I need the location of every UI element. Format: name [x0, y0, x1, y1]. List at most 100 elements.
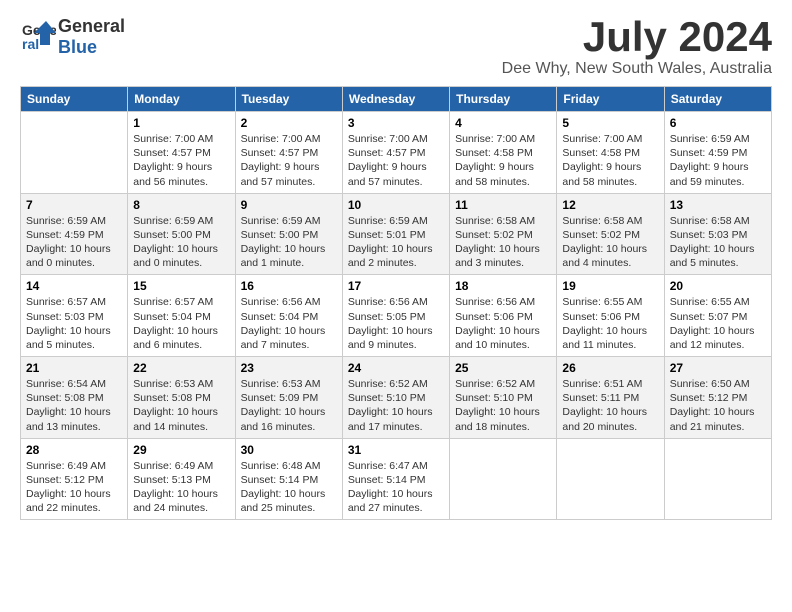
week-row-4: 21Sunrise: 6:54 AMSunset: 5:08 PMDayligh… — [21, 357, 772, 439]
cell-info: Sunrise: 6:47 AMSunset: 5:14 PMDaylight:… — [348, 459, 444, 516]
cell-info: Sunrise: 6:59 AMSunset: 5:00 PMDaylight:… — [241, 214, 337, 271]
cell-info: Sunrise: 6:55 AMSunset: 5:06 PMDaylight:… — [562, 295, 658, 352]
cell-date: 23 — [241, 361, 337, 375]
cell-info: Sunrise: 6:57 AMSunset: 5:03 PMDaylight:… — [26, 295, 122, 352]
svg-text:ral: ral — [22, 36, 39, 52]
cell-date: 7 — [26, 198, 122, 212]
cell-date: 6 — [670, 116, 766, 130]
cell-info: Sunrise: 6:49 AMSunset: 5:12 PMDaylight:… — [26, 459, 122, 516]
calendar-cell: 3 Sunrise: 7:00 AMSunset: 4:57 PMDaylight… — [342, 112, 449, 194]
cell-info: Sunrise: 7:00 AMSunset: 4:58 PMDaylight:… — [455, 132, 551, 189]
calendar-cell: 7 Sunrise: 6:59 AMSunset: 4:59 PMDaylight… — [21, 193, 128, 275]
cell-date: 31 — [348, 443, 444, 457]
cell-date: 8 — [133, 198, 229, 212]
calendar-cell: 13Sunrise: 6:58 AMSunset: 5:03 PMDayligh… — [664, 193, 771, 275]
cell-date: 10 — [348, 198, 444, 212]
cell-info: Sunrise: 6:58 AMSunset: 5:02 PMDaylight:… — [455, 214, 551, 271]
cell-info: Sunrise: 6:48 AMSunset: 5:14 PMDaylight:… — [241, 459, 337, 516]
calendar-cell: 16 Sunrise: 6:56 AMSunset: 5:04 PMDayligh… — [235, 275, 342, 357]
calendar-cell — [450, 438, 557, 520]
cell-info: Sunrise: 6:55 AMSunset: 5:07 PMDaylight:… — [670, 295, 766, 352]
calendar-cell: 9 Sunrise: 6:59 AMSunset: 5:00 PMDaylight… — [235, 193, 342, 275]
cell-date: 16 — [241, 279, 337, 293]
page-header: Gene ral General Blue July 2024 Dee Why,… — [20, 16, 772, 78]
calendar-cell — [557, 438, 664, 520]
logo-wrapper: Gene ral General Blue — [20, 16, 125, 58]
calendar-cell: 24 Sunrise: 6:52 AMSunset: 5:10 PMDayligh… — [342, 357, 449, 439]
calendar-cell: 8 Sunrise: 6:59 AMSunset: 5:00 PMDaylight… — [128, 193, 235, 275]
week-row-2: 7 Sunrise: 6:59 AMSunset: 4:59 PMDaylight… — [21, 193, 772, 275]
calendar-cell: 15 Sunrise: 6:57 AMSunset: 5:04 PMDayligh… — [128, 275, 235, 357]
calendar-cell — [21, 112, 128, 194]
header-tuesday: Tuesday — [235, 87, 342, 112]
cell-info: Sunrise: 6:58 AMSunset: 5:02 PMDaylight:… — [562, 214, 658, 271]
cell-date: 25 — [455, 361, 551, 375]
cell-date: 1 — [133, 116, 229, 130]
calendar-cell: 4 Sunrise: 7:00 AMSunset: 4:58 PMDaylight… — [450, 112, 557, 194]
cell-info: Sunrise: 6:56 AMSunset: 5:04 PMDaylight:… — [241, 295, 337, 352]
title-block: July 2024 Dee Why, New South Wales, Aust… — [502, 16, 772, 78]
header-sunday: Sunday — [21, 87, 128, 112]
cell-date: 27 — [670, 361, 766, 375]
logo-blue-text: Blue — [58, 37, 125, 58]
logo-text: General Blue — [58, 16, 125, 58]
logo-general-text: General — [58, 16, 125, 37]
header-thursday: Thursday — [450, 87, 557, 112]
calendar-cell: 6 Sunrise: 6:59 AMSunset: 4:59 PMDaylight… — [664, 112, 771, 194]
calendar-cell: 11 Sunrise: 6:58 AMSunset: 5:02 PMDayligh… — [450, 193, 557, 275]
cell-date: 24 — [348, 361, 444, 375]
calendar-cell: 22 Sunrise: 6:53 AMSunset: 5:08 PMDayligh… — [128, 357, 235, 439]
cell-date: 2 — [241, 116, 337, 130]
cell-info: Sunrise: 6:57 AMSunset: 5:04 PMDaylight:… — [133, 295, 229, 352]
calendar-cell: 30Sunrise: 6:48 AMSunset: 5:14 PMDayligh… — [235, 438, 342, 520]
cell-info: Sunrise: 6:53 AMSunset: 5:08 PMDaylight:… — [133, 377, 229, 434]
cell-info: Sunrise: 7:00 AMSunset: 4:58 PMDaylight:… — [562, 132, 658, 189]
calendar-subtitle: Dee Why, New South Wales, Australia — [502, 60, 772, 78]
cell-info: Sunrise: 6:49 AMSunset: 5:13 PMDaylight:… — [133, 459, 229, 516]
calendar-cell: 21Sunrise: 6:54 AMSunset: 5:08 PMDayligh… — [21, 357, 128, 439]
cell-info: Sunrise: 7:00 AMSunset: 4:57 PMDaylight:… — [133, 132, 229, 189]
calendar-table: SundayMondayTuesdayWednesdayThursdayFrid… — [20, 86, 772, 520]
calendar-cell: 18 Sunrise: 6:56 AMSunset: 5:06 PMDayligh… — [450, 275, 557, 357]
week-row-3: 14Sunrise: 6:57 AMSunset: 5:03 PMDayligh… — [21, 275, 772, 357]
cell-info: Sunrise: 6:50 AMSunset: 5:12 PMDaylight:… — [670, 377, 766, 434]
calendar-header-row: SundayMondayTuesdayWednesdayThursdayFrid… — [21, 87, 772, 112]
header-monday: Monday — [128, 87, 235, 112]
calendar-cell: 14Sunrise: 6:57 AMSunset: 5:03 PMDayligh… — [21, 275, 128, 357]
header-wednesday: Wednesday — [342, 87, 449, 112]
cell-date: 22 — [133, 361, 229, 375]
cell-date: 9 — [241, 198, 337, 212]
cell-date: 15 — [133, 279, 229, 293]
cell-info: Sunrise: 6:59 AMSunset: 4:59 PMDaylight:… — [26, 214, 122, 271]
calendar-cell: 19Sunrise: 6:55 AMSunset: 5:06 PMDayligh… — [557, 275, 664, 357]
cell-date: 4 — [455, 116, 551, 130]
cell-info: Sunrise: 7:00 AMSunset: 4:57 PMDaylight:… — [348, 132, 444, 189]
cell-info: Sunrise: 6:52 AMSunset: 5:10 PMDaylight:… — [348, 377, 444, 434]
calendar-cell: 31 Sunrise: 6:47 AMSunset: 5:14 PMDayligh… — [342, 438, 449, 520]
cell-date: 13 — [670, 198, 766, 212]
calendar-cell: 29Sunrise: 6:49 AMSunset: 5:13 PMDayligh… — [128, 438, 235, 520]
calendar-cell: 5Sunrise: 7:00 AMSunset: 4:58 PMDaylight… — [557, 112, 664, 194]
cell-info: Sunrise: 6:53 AMSunset: 5:09 PMDaylight:… — [241, 377, 337, 434]
logo: Gene ral General Blue — [20, 16, 125, 58]
calendar-cell: 12 Sunrise: 6:58 AMSunset: 5:02 PMDayligh… — [557, 193, 664, 275]
week-row-1: 1 Sunrise: 7:00 AMSunset: 4:57 PMDaylight… — [21, 112, 772, 194]
calendar-cell: 2Sunrise: 7:00 AMSunset: 4:57 PMDaylight… — [235, 112, 342, 194]
cell-date: 18 — [455, 279, 551, 293]
cell-info: Sunrise: 6:59 AMSunset: 5:00 PMDaylight:… — [133, 214, 229, 271]
cell-info: Sunrise: 6:59 AMSunset: 4:59 PMDaylight:… — [670, 132, 766, 189]
week-row-5: 28 Sunrise: 6:49 AMSunset: 5:12 PMDayligh… — [21, 438, 772, 520]
cell-date: 12 — [562, 198, 658, 212]
cell-date: 28 — [26, 443, 122, 457]
logo-svg-icon: Gene ral — [20, 19, 56, 55]
cell-date: 21 — [26, 361, 122, 375]
calendar-cell: 23 Sunrise: 6:53 AMSunset: 5:09 PMDayligh… — [235, 357, 342, 439]
cell-info: Sunrise: 6:51 AMSunset: 5:11 PMDaylight:… — [562, 377, 658, 434]
cell-info: Sunrise: 6:56 AMSunset: 5:06 PMDaylight:… — [455, 295, 551, 352]
cell-date: 3 — [348, 116, 444, 130]
header-friday: Friday — [557, 87, 664, 112]
calendar-cell: 25Sunrise: 6:52 AMSunset: 5:10 PMDayligh… — [450, 357, 557, 439]
calendar-cell: 1 Sunrise: 7:00 AMSunset: 4:57 PMDaylight… — [128, 112, 235, 194]
cell-date: 11 — [455, 198, 551, 212]
cell-date: 17 — [348, 279, 444, 293]
